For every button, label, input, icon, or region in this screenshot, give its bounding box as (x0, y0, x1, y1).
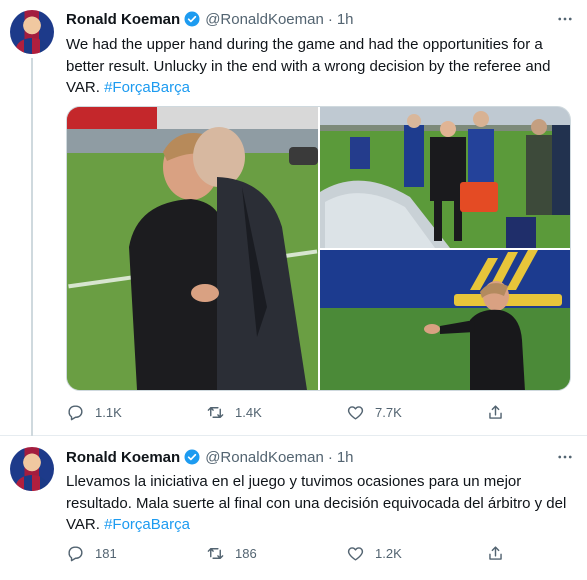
photo-coach-pointing-illustration (320, 250, 570, 390)
thread-connector-line (31, 58, 33, 436)
tweet-header: Ronald Koeman @RonaldKoeman · 1h (66, 9, 354, 29)
tweet-actions: 181 186 1.2K (66, 543, 536, 563)
like-icon (347, 546, 364, 561)
media-grid (66, 106, 571, 391)
retweet-button[interactable]: 186 (206, 543, 346, 563)
retweet-count: 186 (235, 545, 257, 561)
retweet-icon (207, 406, 224, 418)
reply-icon (68, 545, 83, 561)
reply-icon (68, 404, 83, 420)
more-options-icon[interactable] (555, 9, 575, 29)
verified-badge-icon (184, 449, 200, 465)
photo-handshake[interactable] (67, 107, 318, 390)
separator-dot: · (327, 448, 333, 466)
author-name[interactable]: Ronald Koeman (66, 11, 180, 28)
avatar[interactable] (10, 447, 54, 491)
tweet-text: We had the upper hand during the game an… (66, 34, 576, 99)
reply-button[interactable]: 1.1K (66, 402, 206, 422)
tweet-header: Ronald Koeman @RonaldKoeman · 1h (66, 447, 354, 467)
author-handle[interactable]: @RonaldKoeman (205, 11, 324, 28)
photo-sideline-illustration (320, 107, 570, 248)
timestamp[interactable]: 1h (337, 11, 354, 28)
hashtag-link[interactable]: #ForçaBarça (104, 79, 190, 96)
tweet[interactable]: Ronald Koeman @RonaldKoeman · 1h Llevamo… (0, 437, 587, 580)
more-options-icon[interactable] (555, 447, 575, 467)
photo-coach-pointing[interactable] (320, 250, 570, 390)
like-count: 1.2K (375, 545, 402, 561)
retweet-button[interactable]: 1.4K (206, 402, 346, 422)
photo-handshake-illustration (67, 107, 318, 390)
share-icon (489, 545, 502, 560)
photo-sideline[interactable] (320, 107, 570, 248)
reply-button[interactable]: 181 (66, 543, 206, 563)
reply-count: 181 (95, 545, 117, 561)
reply-count: 1.1K (95, 404, 122, 420)
share-icon (489, 404, 502, 419)
avatar[interactable] (10, 10, 54, 54)
hashtag-link[interactable]: #ForçaBarça (104, 516, 190, 533)
verified-badge-icon (184, 11, 200, 27)
like-button[interactable]: 7.7K (346, 402, 486, 422)
share-button[interactable] (486, 402, 536, 422)
like-count: 7.7K (375, 404, 402, 420)
tweet-actions: 1.1K 1.4K 7.7K (66, 402, 536, 422)
timestamp[interactable]: 1h (337, 449, 354, 466)
separator-dot: · (327, 10, 333, 28)
like-button[interactable]: 1.2K (346, 543, 486, 563)
author-name[interactable]: Ronald Koeman (66, 449, 180, 466)
like-icon (347, 405, 364, 420)
author-handle[interactable]: @RonaldKoeman (205, 449, 324, 466)
tweet-text: Llevamos la iniciativa en el juego y tuv… (66, 471, 576, 536)
retweet-icon (207, 547, 224, 559)
tweet[interactable]: Ronald Koeman @RonaldKoeman · 1h We had … (0, 0, 587, 436)
retweet-count: 1.4K (235, 404, 262, 420)
share-button[interactable] (486, 543, 536, 563)
